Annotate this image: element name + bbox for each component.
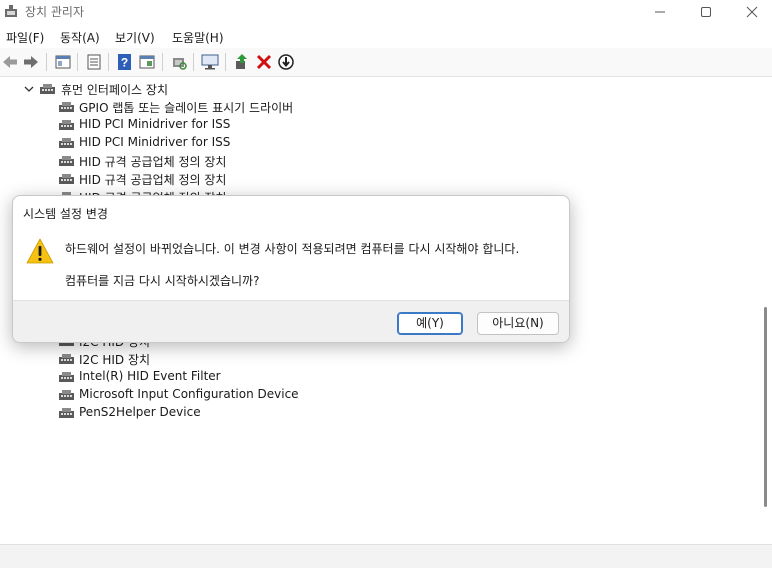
tree-device-row[interactable]: HID 규격 공급업체 정의 장치 xyxy=(0,152,760,170)
menu-view[interactable]: 보기(V) xyxy=(115,29,155,46)
hid-device-icon xyxy=(59,174,74,184)
hid-device-icon xyxy=(59,156,74,166)
tree-device-row[interactable]: PenS2Helper Device xyxy=(0,404,760,422)
device-manager-icon xyxy=(5,5,17,17)
tree-device-row[interactable]: GPIO 랩톱 또는 슬레이트 표시기 드라이버 xyxy=(0,98,760,116)
tree-category-row[interactable]: 휴먼 인터페이스 장치 xyxy=(0,80,760,98)
vertical-scrollbar[interactable] xyxy=(760,77,772,543)
minimize-button[interactable] xyxy=(637,0,683,24)
properties-icon[interactable] xyxy=(54,53,72,71)
hid-device-icon xyxy=(59,354,74,364)
dialog-footer: 예(Y) 아니요(N) xyxy=(13,300,569,342)
tree-device-label: I2C HID 장치 xyxy=(79,353,151,367)
tree-device-row[interactable]: HID 규격 공급업체 정의 장치 xyxy=(0,170,760,188)
menu-bar: 파일(F) 동작(A) 보기(V) 도움말(H) xyxy=(0,25,772,47)
help-icon[interactable]: ? xyxy=(116,53,134,71)
hid-device-icon xyxy=(59,120,74,130)
tree-device-row[interactable]: HID PCI Minidriver for ISS xyxy=(0,134,760,152)
hid-device-icon xyxy=(59,138,74,148)
tree-device-row[interactable]: Intel(R) HID Event Filter xyxy=(0,368,760,386)
toolbar-separator xyxy=(77,53,78,71)
tree-device-label: HID PCI Minidriver for ISS xyxy=(79,135,231,149)
back-arrow-icon[interactable] xyxy=(1,53,19,71)
hid-device-icon xyxy=(59,408,74,418)
dialog-message: 하드웨어 설정이 바뀌었습니다. 이 변경 사항이 적용되려면 컴퓨터를 다시 … xyxy=(65,242,520,256)
toolbar-separator xyxy=(193,53,194,71)
update-driver-icon[interactable] xyxy=(233,53,251,71)
toolbar: ? xyxy=(0,48,772,77)
toolbar-separator xyxy=(46,53,47,71)
forward-arrow-icon[interactable] xyxy=(22,53,40,71)
tree-device-row[interactable]: Microsoft Input Configuration Device xyxy=(0,386,760,404)
hid-device-icon xyxy=(59,102,74,112)
toolbar-separator xyxy=(108,53,109,71)
close-button[interactable] xyxy=(729,0,772,24)
toolbar-separator xyxy=(162,53,163,71)
tree-device-row[interactable]: I2C HID 장치 xyxy=(0,350,760,368)
hid-device-icon xyxy=(59,372,74,382)
yes-button[interactable]: 예(Y) xyxy=(397,312,463,335)
tree-category-label: 휴먼 인터페이스 장치 xyxy=(61,83,168,97)
maximize-button[interactable] xyxy=(683,0,729,24)
tree-device-label: HID PCI Minidriver for ISS xyxy=(79,117,231,131)
minimize-icon xyxy=(655,11,665,13)
list-icon[interactable] xyxy=(85,53,103,71)
title-bar: 장치 관리자 xyxy=(0,0,772,24)
dialog-body: 하드웨어 설정이 바뀌었습니다. 이 변경 사항이 적용되려면 컴퓨터를 다시 … xyxy=(13,230,569,298)
svg-text:?: ? xyxy=(121,56,128,70)
tree-device-row[interactable]: HID PCI Minidriver for ISS xyxy=(0,116,760,134)
chevron-down-icon[interactable] xyxy=(24,84,34,94)
no-button[interactable]: 아니요(N) xyxy=(477,312,559,335)
tree-device-label: PenS2Helper Device xyxy=(79,405,201,419)
dialog-title: 시스템 설정 변경 xyxy=(23,207,108,221)
disable-icon[interactable] xyxy=(277,53,295,71)
status-bar xyxy=(0,544,772,568)
window-title: 장치 관리자 xyxy=(25,5,85,19)
hid-device-icon xyxy=(40,84,55,94)
menu-file[interactable]: 파일(F) xyxy=(6,29,44,46)
tree-device-label: HID 규격 공급업체 정의 장치 xyxy=(79,173,227,187)
hid-device-icon xyxy=(59,390,74,400)
scan-icon[interactable] xyxy=(170,53,188,71)
toolbar-separator xyxy=(225,53,226,71)
menu-action[interactable]: 동작(A) xyxy=(60,29,100,46)
tree-device-label: Intel(R) HID Event Filter xyxy=(79,369,221,383)
monitor-icon[interactable] xyxy=(201,53,219,71)
close-icon xyxy=(746,6,758,18)
maximize-icon xyxy=(701,7,711,17)
uninstall-icon[interactable] xyxy=(255,53,273,71)
tree-device-label: GPIO 랩톱 또는 슬레이트 표시기 드라이버 xyxy=(79,101,294,115)
dialog-question: 컴퓨터를 지금 다시 시작하시겠습니까? xyxy=(65,274,260,288)
menu-help[interactable]: 도움말(H) xyxy=(172,29,224,46)
scrollbar-thumb[interactable] xyxy=(764,307,767,507)
view-icon[interactable] xyxy=(138,53,156,71)
tree-device-label: Microsoft Input Configuration Device xyxy=(79,387,299,401)
warning-icon xyxy=(26,238,54,264)
restart-dialog: 시스템 설정 변경 하드웨어 설정이 바뀌었습니다. 이 변경 사항이 적용되려… xyxy=(12,195,570,343)
tree-device-label: HID 규격 공급업체 정의 장치 xyxy=(79,155,227,169)
